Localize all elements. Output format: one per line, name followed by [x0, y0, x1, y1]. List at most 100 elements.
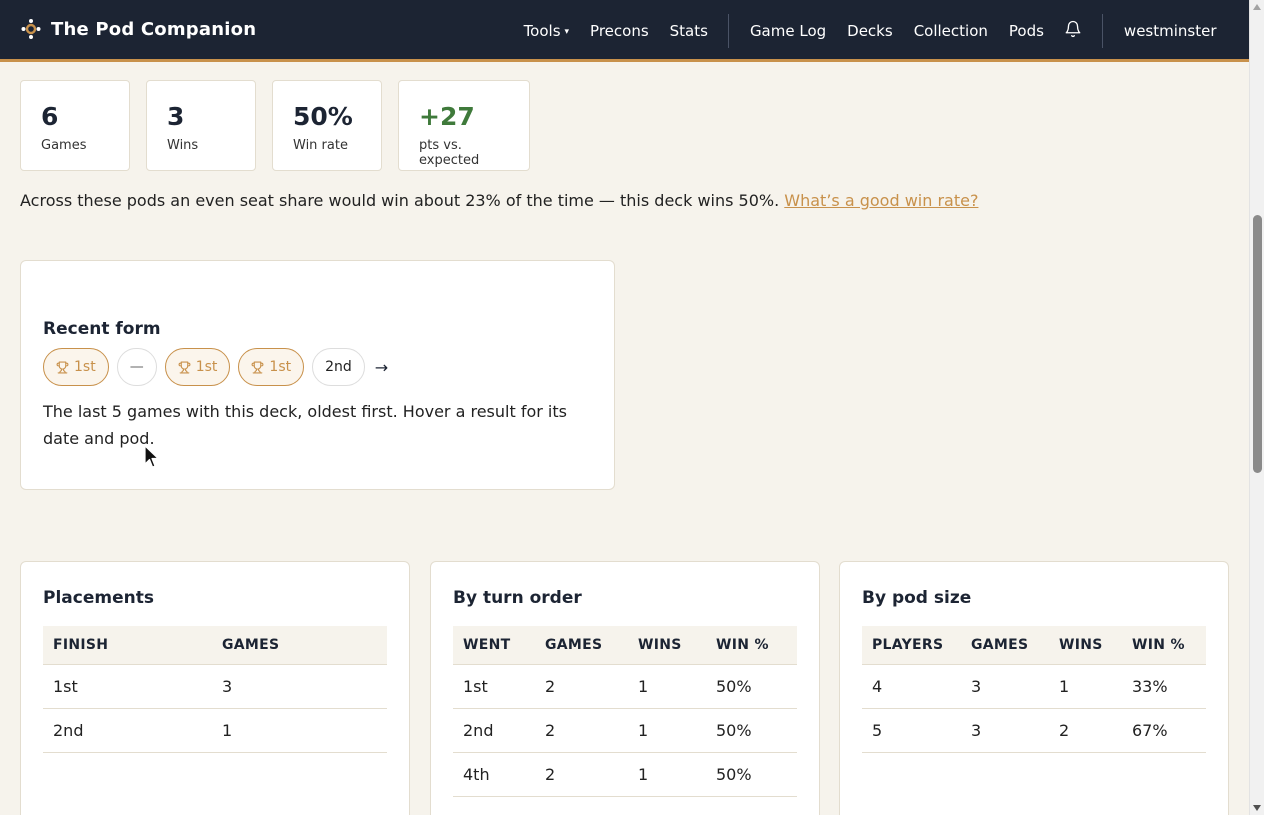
stat-win-rate: 50% Win rate: [272, 80, 382, 171]
brand-link[interactable]: The Pod Companion: [20, 18, 256, 40]
page-scrollbar[interactable]: [1249, 0, 1264, 815]
column-header: WINS: [1049, 626, 1122, 665]
table-row: 4th 2 1 50%: [453, 752, 797, 797]
column-header: GAMES: [961, 626, 1049, 665]
trophy-icon: [178, 361, 191, 374]
table-cell: 33%: [1122, 664, 1206, 709]
arrow-right-icon: →: [374, 357, 389, 377]
nav-divider: [728, 14, 730, 48]
stat-points-label: pts vs. expected: [419, 138, 480, 168]
nav-game-log[interactable]: Game Log: [739, 22, 836, 40]
nav-pods[interactable]: Pods: [998, 22, 1054, 40]
column-header: WINS: [628, 626, 706, 665]
recent-form-card: Recent form 1st — 1st 1st 2nd → The last…: [20, 260, 615, 490]
column-header: FINISH: [43, 626, 212, 665]
table-cell: 2nd: [453, 708, 535, 753]
table-cell: 4: [862, 664, 961, 709]
table-cell: 2: [535, 664, 628, 709]
result-pill[interactable]: 1st: [238, 348, 305, 386]
user-menu[interactable]: westminster: [1113, 22, 1227, 40]
nav-tools-dropdown[interactable]: Tools ▾: [513, 22, 579, 40]
column-header: GAMES: [212, 626, 387, 665]
table-cell: 3: [961, 708, 1049, 753]
table-cell: 1: [628, 664, 706, 709]
table-row: 4 3 1 33%: [862, 664, 1206, 709]
result-label: 1st: [74, 359, 96, 375]
bell-icon: [1064, 20, 1082, 42]
placements-table: FINISH GAMES 1st 3 2nd 1: [43, 626, 387, 753]
scroll-up-arrow-icon[interactable]: [1253, 4, 1261, 10]
stat-wins-label: Wins: [167, 138, 199, 153]
table-header-row: WENT GAMES WINS WIN %: [453, 626, 797, 665]
stat-win-rate-label: Win rate: [293, 138, 348, 153]
stat-games: 6 Games: [20, 80, 130, 171]
nav-tools-label: Tools: [523, 22, 561, 40]
table-cell: 5: [862, 708, 961, 753]
placements-title: Placements: [43, 588, 154, 608]
table-cell: 50%: [706, 708, 797, 753]
table-cell: 2: [535, 752, 628, 797]
stat-games-label: Games: [41, 138, 87, 153]
nav-precons[interactable]: Precons: [580, 22, 660, 40]
table-cell: 67%: [1122, 708, 1206, 753]
turn-order-table: WENT GAMES WINS WIN % 1st 2 1 50% 2nd 2 1 50% …: [453, 626, 797, 797]
table-row: 1st 2 1 50%: [453, 664, 797, 709]
top-navbar: The Pod Companion Tools ▾ Precons Stats G…: [0, 0, 1249, 62]
table-cell: 50%: [706, 752, 797, 797]
table-cell: 50%: [706, 664, 797, 709]
column-header: GAMES: [535, 626, 628, 665]
deck-stat-tiles: 6 Games 3 Wins 50% Win rate +27 pts vs. …: [20, 80, 530, 171]
turn-order-card: By turn order WENT GAMES WINS WIN % 1st 2…: [430, 561, 820, 815]
pod-logo-icon: [20, 18, 42, 40]
result-pill[interactable]: 2nd: [312, 348, 365, 386]
table-cell: 1: [1049, 664, 1122, 709]
stat-points-vs-expected: +27 pts vs. expected: [398, 80, 530, 171]
brand-name: The Pod Companion: [51, 18, 257, 40]
table-cell: 2: [535, 708, 628, 753]
result-pill[interactable]: 1st: [43, 348, 109, 386]
table-cell: 2nd: [43, 708, 212, 753]
table-row: 2nd 1: [43, 708, 387, 753]
stat-wins: 3 Wins: [146, 80, 256, 171]
table-header-row: PLAYERS GAMES WINS WIN %: [862, 626, 1206, 665]
stat-wins-value: 3: [167, 102, 185, 131]
table-cell: 1st: [453, 664, 535, 709]
good-win-rate-link[interactable]: What’s a good win rate?: [784, 191, 978, 210]
mouse-cursor-icon: [144, 445, 160, 473]
nav-divider-user: [1102, 14, 1104, 48]
recent-form-title: Recent form: [43, 319, 161, 339]
table-cell: 4th: [453, 752, 535, 797]
nav-menu: Tools ▾ Precons Stats Game Log Decks Coll…: [513, 0, 1227, 62]
notifications-button[interactable]: [1054, 20, 1092, 42]
result-label: 1st: [195, 359, 218, 375]
table-cell: 1: [628, 708, 706, 753]
table-cell: 3: [212, 664, 387, 709]
table-row: 2nd 2 1 50%: [453, 708, 797, 753]
summary-text: Across these pods an even seat share wou…: [20, 191, 780, 210]
table-row: 5 3 2 67%: [862, 708, 1206, 753]
scrollbar-thumb[interactable]: [1253, 215, 1262, 473]
nav-decks[interactable]: Decks: [837, 22, 904, 40]
table-cell: 1: [628, 752, 706, 797]
table-header-row: FINISH GAMES: [43, 626, 387, 665]
table-cell: 1st: [43, 664, 212, 709]
nav-stats[interactable]: Stats: [659, 22, 718, 40]
nav-collection[interactable]: Collection: [903, 22, 998, 40]
pod-size-card: By pod size PLAYERS GAMES WINS WIN % 431…: [839, 561, 1229, 815]
result-pill[interactable]: —: [116, 348, 157, 386]
trophy-icon: [251, 361, 264, 374]
column-header: PLAYERS: [862, 626, 961, 665]
table-row: 1st 3: [43, 664, 387, 709]
chevron-down-icon: ▾: [564, 27, 570, 37]
recent-form-results: 1st — 1st 1st 2nd →: [43, 348, 388, 386]
win-rate-summary: Across these pods an even seat share wou…: [20, 191, 978, 210]
scroll-down-arrow-icon[interactable]: [1253, 805, 1261, 811]
table-cell: 1: [212, 708, 387, 753]
stat-games-value: 6: [41, 102, 59, 131]
result-pill[interactable]: 1st: [164, 348, 231, 386]
result-label: 1st: [269, 359, 292, 375]
recent-form-note: The last 5 games with this deck, oldest …: [43, 402, 567, 448]
trophy-icon: [56, 361, 69, 374]
stat-points-value: +27: [419, 102, 475, 131]
turn-order-title: By turn order: [453, 588, 582, 608]
